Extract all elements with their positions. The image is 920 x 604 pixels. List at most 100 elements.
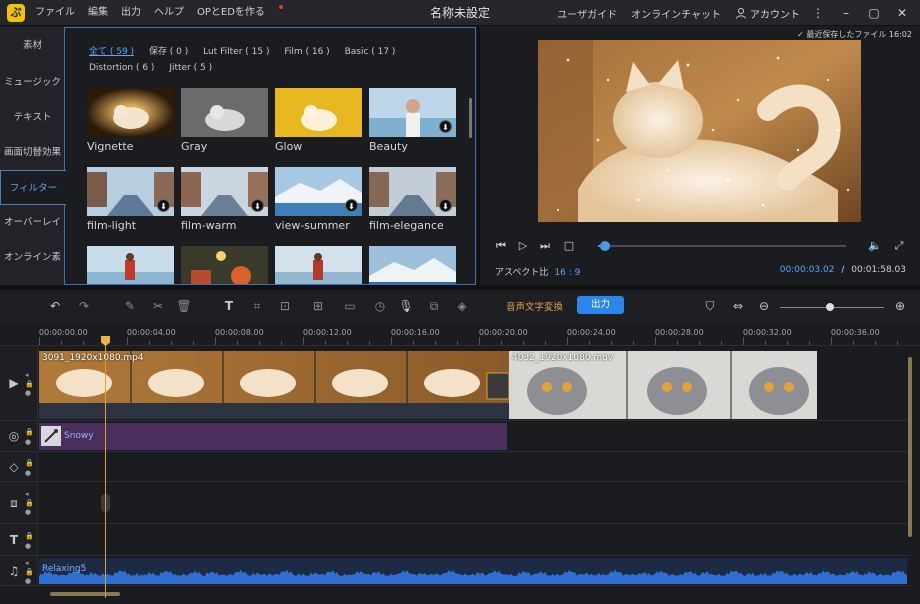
filter-tile-film-elegance[interactable]: ⬇ xyxy=(369,167,456,216)
filter-tab-film[interactable]: Film ( 16 ) xyxy=(284,44,329,60)
visibility-icon[interactable]: ● xyxy=(25,438,33,446)
visibility-icon[interactable]: ● xyxy=(25,469,33,477)
visibility-icon[interactable]: ● xyxy=(25,389,33,397)
lock-icon[interactable]: 🔒 xyxy=(25,380,34,388)
filter-tab-jitter[interactable]: Jitter ( 5 ) xyxy=(169,60,212,76)
close-icon[interactable]: ✕ xyxy=(892,3,912,23)
fullscreen-icon[interactable]: ⤢ xyxy=(892,239,906,253)
download-icon[interactable]: ⬇ xyxy=(439,199,452,212)
video-clip-2[interactable]: 4032_1920x1080.mov xyxy=(509,351,817,419)
filter-tab-lut[interactable]: Lut Filter ( 15 ) xyxy=(203,44,269,60)
download-icon[interactable]: ⬇ xyxy=(345,199,358,212)
filter-tile-gray[interactable] xyxy=(181,88,268,137)
zoom-frame-icon[interactable]: ⊡ xyxy=(277,298,293,314)
playback-progress[interactable] xyxy=(598,241,846,251)
redo-icon[interactable]: ↷ xyxy=(76,298,92,314)
filter-tile[interactable] xyxy=(275,246,362,284)
filter-tab-basic[interactable]: Basic ( 17 ) xyxy=(345,44,396,60)
play-icon[interactable]: ▷ xyxy=(516,239,530,253)
ruler-label: 00:00:36.00 xyxy=(831,328,880,337)
lock-icon[interactable]: 🔒 xyxy=(25,568,34,576)
download-icon[interactable]: ⬇ xyxy=(439,120,452,133)
account-button[interactable]: アカウント xyxy=(735,6,800,21)
zoom-slider-knob[interactable] xyxy=(826,303,834,311)
volume-small-icon[interactable]: ◂ xyxy=(25,371,33,379)
lock-icon[interactable]: 🔒 xyxy=(25,499,34,507)
playhead[interactable] xyxy=(105,336,106,598)
progress-knob[interactable] xyxy=(600,241,611,251)
online-chat-link[interactable]: オンラインチャット xyxy=(631,6,721,21)
delete-icon[interactable]: 🗑 xyxy=(176,298,192,314)
crop-icon[interactable]: ⌗ xyxy=(249,298,265,314)
cut-icon[interactable]: ✂ xyxy=(150,298,166,314)
nav-transition[interactable]: 画面切替効果 xyxy=(0,135,65,170)
mic-icon[interactable]: 🎙 xyxy=(398,298,414,314)
timeline-hscrollbar[interactable] xyxy=(50,592,120,596)
prev-frame-icon[interactable]: ⏮ xyxy=(494,239,508,253)
filter-label: film-warm xyxy=(181,219,237,232)
menu-op-ed[interactable]: OPとEDを作る xyxy=(197,0,283,26)
user-guide-link[interactable]: ユーザガイド xyxy=(557,6,617,21)
nav-media[interactable]: 素材 xyxy=(0,27,65,65)
volume-icon[interactable]: 🔈 xyxy=(868,239,882,253)
visibility-icon[interactable]: ● xyxy=(25,508,33,516)
edit-icon[interactable]: ✎ xyxy=(122,298,138,314)
lock-icon[interactable]: 🔒 xyxy=(25,428,34,436)
nav-music[interactable]: ミュージック xyxy=(0,65,65,100)
menu-help[interactable]: ヘルプ xyxy=(154,0,184,26)
filter-tab-distortion[interactable]: Distortion ( 6 ) xyxy=(89,60,154,76)
nav-overlay[interactable]: オーバーレイ xyxy=(0,205,65,240)
volume-small-icon[interactable]: ◂ xyxy=(25,490,33,498)
visibility-icon[interactable]: ● xyxy=(25,542,33,550)
filter-tab-saved[interactable]: 保存 ( 0 ) xyxy=(149,44,188,60)
more-menu-icon[interactable]: ⋮ xyxy=(808,3,828,23)
stop-icon[interactable]: □ xyxy=(562,239,576,253)
text-tool-icon[interactable]: T xyxy=(221,298,237,314)
menu-export[interactable]: 出力 xyxy=(121,0,141,26)
filter-tile[interactable] xyxy=(87,246,174,284)
effect-clip-snowy[interactable]: Snowy xyxy=(39,423,507,450)
volume-small-icon[interactable]: ◂ xyxy=(25,559,33,567)
undo-icon[interactable]: ↶ xyxy=(47,298,63,314)
menu-edit[interactable]: 編集 xyxy=(88,0,108,26)
menu-file[interactable]: ファイル xyxy=(35,0,75,26)
freeze-icon[interactable]: ▭ xyxy=(342,298,358,314)
nav-online-media[interactable]: オンライン素材 xyxy=(0,240,65,298)
filter-tile-film-light[interactable]: ⬇ xyxy=(87,167,174,216)
filter-tile-film-warm[interactable]: ⬇ xyxy=(181,167,268,216)
aspect-ratio[interactable]: アスペクト比 16 : 9 xyxy=(495,265,580,278)
nav-text[interactable]: テキスト xyxy=(0,100,65,135)
export-button[interactable]: 出力 xyxy=(577,296,624,314)
timeline-ruler[interactable]: 00:00:00.00 00:00:04.00 00:00:08.00 00:0… xyxy=(0,322,920,346)
maximize-icon[interactable]: ▢ xyxy=(864,3,884,23)
filter-tile[interactable] xyxy=(181,246,268,284)
lock-icon[interactable]: 🔒 xyxy=(25,532,34,540)
mosaic-icon[interactable]: ⊞ xyxy=(310,298,326,314)
screen-record-icon[interactable]: ⧉ xyxy=(426,298,442,314)
visibility-icon[interactable]: ● xyxy=(25,577,33,585)
zoom-in-icon[interactable]: ⊕ xyxy=(892,298,908,314)
filter-tile-beauty[interactable]: ⬇ xyxy=(369,88,456,137)
color-fill-icon[interactable]: ◈ xyxy=(454,298,470,314)
speech-to-text-button[interactable]: 音声文字変換 xyxy=(506,299,563,313)
next-frame-icon[interactable]: ⏭ xyxy=(538,239,552,253)
fit-timeline-icon[interactable]: ⇔ xyxy=(730,298,746,314)
filter-scrollbar[interactable] xyxy=(469,98,472,138)
speed-icon[interactable]: ◷ xyxy=(372,298,388,314)
download-icon[interactable]: ⬇ xyxy=(251,199,264,212)
filter-tab-all[interactable]: 全て ( 59 ) xyxy=(89,44,134,60)
audio-clip[interactable]: Relaxing5 xyxy=(39,558,907,584)
filter-tile-vignette[interactable] xyxy=(87,88,174,137)
nav-filter[interactable]: フィルター xyxy=(0,170,66,205)
minimize-icon[interactable]: – xyxy=(836,3,856,23)
download-icon[interactable]: ⬇ xyxy=(157,199,170,212)
marker-icon[interactable]: ⛉ xyxy=(702,298,718,314)
filter-tile-view-summer[interactable]: ⬇ xyxy=(275,167,362,216)
video-preview[interactable] xyxy=(538,40,861,222)
lock-icon[interactable]: 🔒 xyxy=(25,459,34,467)
zoom-out-icon[interactable]: ⊖ xyxy=(756,298,772,314)
filter-tile-glow[interactable] xyxy=(275,88,362,137)
timeline-vscrollbar[interactable] xyxy=(908,357,912,537)
filter-tile[interactable] xyxy=(369,246,456,284)
video-clip-1[interactable]: 3091_1920x1080.mp4 xyxy=(39,351,509,419)
